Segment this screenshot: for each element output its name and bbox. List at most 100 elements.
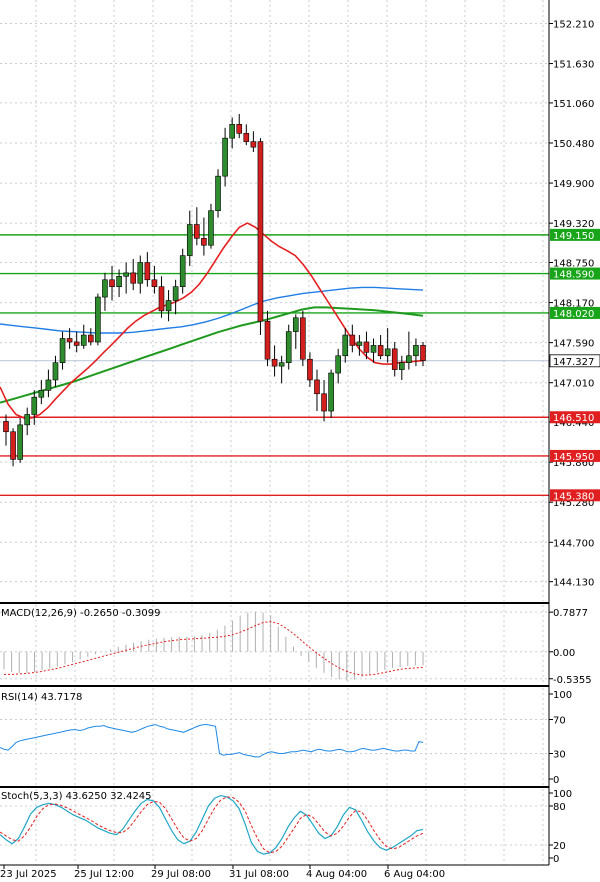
candle-body[interactable]	[335, 355, 341, 374]
level-badge-label: 148.590	[553, 270, 594, 281]
candle-body[interactable]	[38, 390, 45, 398]
price-tick-label: 144.700	[553, 538, 594, 549]
candle-body[interactable]	[307, 358, 313, 381]
price-tick-label: 147.010	[553, 379, 594, 390]
stoch-label: Stoch(5,3,3) 43.6250 32.4245	[1, 791, 152, 802]
candle-body[interactable]	[342, 334, 349, 357]
time-tick-label: 25 Jul 12:00	[74, 869, 134, 880]
price-tick-label: 149.900	[553, 179, 594, 190]
price-tick-label: 144.130	[553, 578, 594, 589]
candle-body[interactable]	[201, 238, 207, 246]
candle-body[interactable]	[229, 124, 235, 139]
rsi-label: RSI(14) 43.7178	[1, 692, 82, 703]
candle-body[interactable]	[236, 124, 243, 134]
price-axis-labels: 152.210 151.630 151.060 150.480 149.900 149.3…	[549, 19, 600, 865]
candle-body[interactable]	[31, 396, 38, 415]
price-tick-label: 151.060	[553, 99, 594, 110]
level-badge-label: 148.020	[553, 309, 594, 320]
macd-tick-label: 0.7877	[553, 608, 588, 619]
candle-body[interactable]	[271, 358, 278, 367]
candle-body[interactable]	[377, 345, 384, 357]
candle-body[interactable]	[116, 276, 122, 287]
candle-body[interactable]	[314, 379, 320, 395]
candle-body[interactable]	[88, 334, 94, 343]
candle-body[interactable]	[356, 341, 363, 346]
candle-body[interactable]	[10, 431, 16, 460]
candle-body[interactable]	[391, 348, 398, 370]
price-tick-label: 149.320	[553, 219, 594, 230]
price-tick-label: 151.630	[553, 60, 594, 71]
candle-body[interactable]	[420, 345, 426, 361]
macd-tick-label: -0.5355	[553, 675, 592, 686]
stoch-tick-label: 80	[553, 802, 566, 813]
candle-body[interactable]	[80, 334, 87, 346]
candle-body[interactable]	[215, 175, 221, 211]
candle-body[interactable]	[250, 141, 257, 148]
level-badge-label: 149.150	[553, 231, 594, 242]
candle-body[interactable]	[59, 338, 66, 363]
candle-body[interactable]	[186, 224, 193, 256]
candle-body[interactable]	[45, 379, 52, 391]
rsi-tick-label: 30	[553, 750, 566, 761]
stoch-tick-label: 0	[553, 854, 559, 865]
candle-body[interactable]	[208, 210, 214, 246]
level-badge-label: 145.380	[553, 491, 594, 502]
price-tick-label: 152.210	[553, 19, 594, 30]
candle-body[interactable]	[243, 133, 250, 142]
candle-body[interactable]	[363, 341, 370, 353]
price-tick-label: 147.590	[553, 339, 594, 350]
candle-body[interactable]	[130, 272, 137, 284]
candle-body[interactable]	[3, 421, 9, 433]
candle-body[interactable]	[66, 338, 73, 343]
candle-body[interactable]	[300, 317, 306, 360]
candle-body[interactable]	[24, 414, 31, 426]
candle-body[interactable]	[179, 255, 186, 287]
candle-body[interactable]	[292, 317, 299, 332]
level-badge-label: 145.950	[553, 452, 594, 463]
rsi-tick-label: 70	[553, 716, 566, 727]
candle-body[interactable]	[321, 393, 327, 412]
candle-body[interactable]	[194, 224, 200, 239]
price-tick-label: 150.480	[553, 139, 594, 150]
candle-body[interactable]	[349, 334, 356, 346]
main-price-panel[interactable]	[0, 0, 549, 601]
candle-body[interactable]	[172, 286, 179, 301]
rsi-tick-label: 100	[553, 690, 572, 701]
candle-body[interactable]	[278, 362, 285, 367]
rsi-panel[interactable]	[0, 688, 549, 785]
time-tick-label: 31 Jul 08:00	[229, 869, 289, 880]
candle-body[interactable]	[158, 286, 165, 312]
candle-body[interactable]	[257, 141, 264, 322]
candle-body[interactable]	[144, 262, 151, 281]
rsi-tick-label: 0	[553, 775, 559, 786]
candle-body[interactable]	[222, 137, 228, 177]
candle-body[interactable]	[406, 355, 412, 363]
candle-body[interactable]	[102, 279, 108, 298]
stoch-tick-label: 100	[553, 789, 572, 800]
time-tick-label: 4 Aug 04:00	[306, 869, 367, 880]
time-tick-label: 23 Jul 2025	[0, 869, 57, 880]
candle-body[interactable]	[73, 341, 80, 346]
time-tick-label: 29 Jul 08:00	[151, 869, 211, 880]
stoch-tick-label: 20	[553, 841, 566, 852]
candle-body[interactable]	[384, 348, 391, 357]
candle-body[interactable]	[109, 279, 115, 287]
chart-canvas: 152.210 151.630 151.060 150.480 149.900 149.3…	[0, 0, 600, 880]
candle-body[interactable]	[165, 300, 172, 312]
candle-body[interactable]	[398, 362, 405, 370]
macd-label: MACD(12,26,9) -0.2650 -0.3099	[1, 608, 161, 619]
candle-body[interactable]	[95, 296, 101, 343]
candle-body[interactable]	[151, 279, 158, 287]
time-axis-labels: 23 Jul 2025 25 Jul 12:00 29 Jul 08:00 31 Ju…	[0, 865, 445, 880]
candle-body[interactable]	[370, 345, 377, 353]
macd-tick-label: 0.00	[553, 648, 575, 659]
candle-body[interactable]	[52, 362, 59, 381]
candle-body[interactable]	[264, 320, 271, 360]
candle-body[interactable]	[17, 424, 23, 460]
time-tick-label: 6 Aug 04:00	[384, 869, 445, 880]
candle-body[interactable]	[123, 272, 129, 277]
candle-body[interactable]	[413, 345, 419, 357]
candle-body[interactable]	[285, 331, 292, 363]
candle-body[interactable]	[328, 372, 334, 412]
candle-body[interactable]	[137, 262, 144, 284]
